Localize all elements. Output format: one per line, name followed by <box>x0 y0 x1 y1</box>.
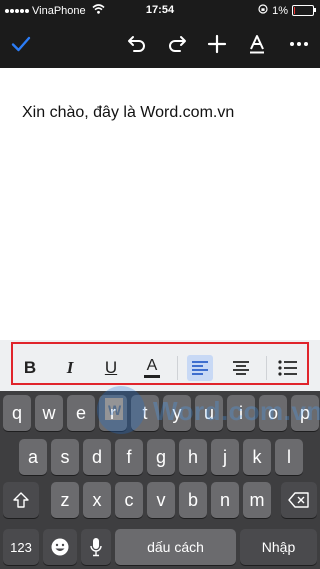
watermark-text: Word.com.vn <box>153 396 320 426</box>
key-d[interactable]: d <box>83 439 111 475</box>
bold-button[interactable]: B <box>17 355 43 381</box>
align-center-button[interactable] <box>228 355 254 381</box>
key-a[interactable]: a <box>19 439 47 475</box>
key-m[interactable]: m <box>243 482 271 518</box>
key-n[interactable]: n <box>211 482 239 518</box>
svg-text:W: W <box>108 402 122 418</box>
status-bar: VinaPhone 17:54 1% <box>0 0 320 20</box>
key-g[interactable]: g <box>147 439 175 475</box>
backspace-icon <box>288 492 309 508</box>
font-color-swatch <box>144 375 160 378</box>
italic-button[interactable]: I <box>57 355 83 381</box>
align-left-icon <box>192 361 208 375</box>
key-f[interactable]: f <box>115 439 143 475</box>
format-separator <box>177 356 178 380</box>
text-format-icon[interactable] <box>245 32 269 56</box>
key-c[interactable]: c <box>115 482 143 518</box>
return-key[interactable]: Nhập <box>240 529 317 565</box>
key-e[interactable]: e <box>67 395 95 431</box>
font-color-label: A <box>146 357 158 374</box>
plus-icon[interactable] <box>205 32 229 56</box>
underline-button[interactable]: U <box>98 355 124 381</box>
shift-key[interactable] <box>3 482 39 518</box>
key-j[interactable]: j <box>211 439 239 475</box>
backspace-key[interactable] <box>281 482 317 518</box>
underline-label: U <box>104 358 118 377</box>
document-canvas[interactable]: Xin chào, đây là Word.com.vn <box>0 68 320 340</box>
align-left-button[interactable] <box>187 355 213 381</box>
battery-level <box>294 7 295 14</box>
battery-percent: 1% <box>272 4 288 17</box>
watermark-logo: W Word.com.vn <box>95 382 320 440</box>
bullet-list-button[interactable] <box>275 355 301 381</box>
emoji-key[interactable] <box>43 529 77 565</box>
key-w[interactable]: w <box>35 395 63 431</box>
align-center-icon <box>233 361 249 375</box>
battery-icon <box>292 5 316 16</box>
more-icon[interactable] <box>287 32 311 56</box>
key-z[interactable]: z <box>51 482 79 518</box>
key-q[interactable]: q <box>3 395 31 431</box>
status-right: 1% <box>258 4 316 17</box>
key-s[interactable]: s <box>51 439 79 475</box>
check-icon[interactable] <box>9 32 33 56</box>
italic-label: I <box>66 358 74 377</box>
key-b[interactable]: b <box>179 482 207 518</box>
bullet-list-icon <box>278 360 297 376</box>
redo-icon[interactable] <box>165 32 189 56</box>
undo-icon[interactable] <box>125 32 149 56</box>
numbers-key[interactable]: 123 <box>3 529 39 565</box>
emoji-icon <box>51 538 69 556</box>
bold-label: B <box>23 358 37 377</box>
key-l[interactable]: l <box>275 439 303 475</box>
document-text[interactable]: Xin chào, đây là Word.com.vn <box>22 104 234 122</box>
key-x[interactable]: x <box>83 482 111 518</box>
key-v[interactable]: v <box>147 482 175 518</box>
shift-icon <box>13 492 29 508</box>
microphone-icon <box>90 538 102 557</box>
font-color-button[interactable]: A <box>139 355 165 381</box>
key-k[interactable]: k <box>243 439 271 475</box>
word-logo-icon: W <box>97 386 145 434</box>
dictation-key[interactable] <box>81 529 111 565</box>
orientation-lock-icon <box>258 4 268 17</box>
space-key[interactable]: dấu cách <box>115 529 236 565</box>
key-h[interactable]: h <box>179 439 207 475</box>
toolbar <box>0 20 320 68</box>
format-separator <box>266 356 267 380</box>
